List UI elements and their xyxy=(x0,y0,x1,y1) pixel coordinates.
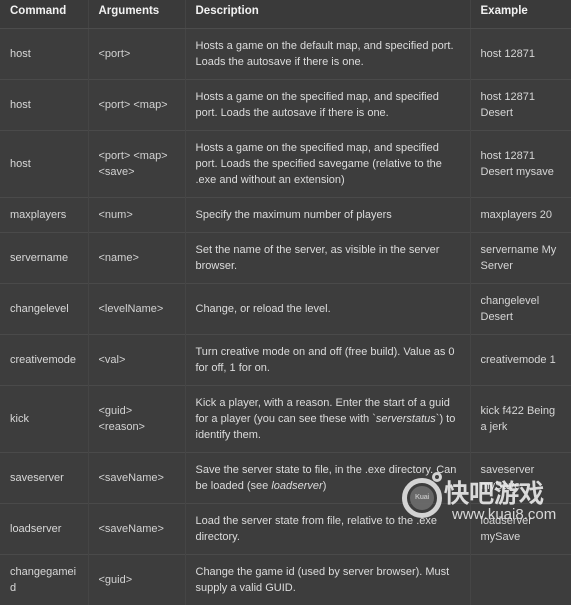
cell-example: saveserver mySave xyxy=(470,453,571,504)
cell-arguments: <guid> <reason> xyxy=(88,386,185,453)
table-row: host<port>Hosts a game on the default ma… xyxy=(0,29,571,80)
cell-command: host xyxy=(0,131,88,198)
cell-command: host xyxy=(0,80,88,131)
table-row: changegameid<guid>Change the game id (us… xyxy=(0,555,571,605)
column-header-description: Description xyxy=(185,0,470,29)
cell-arguments: <val> xyxy=(88,335,185,386)
table-row: host<port> <map> <save>Hosts a game on t… xyxy=(0,131,571,198)
cell-description: Kick a player, with a reason. Enter the … xyxy=(185,386,470,453)
cell-command: changegameid xyxy=(0,555,88,605)
cell-description: Load the server state from file, relativ… xyxy=(185,504,470,555)
cell-arguments: <port> <map> xyxy=(88,80,185,131)
cell-command: servername xyxy=(0,233,88,284)
table-row: kick<guid> <reason>Kick a player, with a… xyxy=(0,386,571,453)
cell-description: Save the server state to file, in the .e… xyxy=(185,453,470,504)
column-header-example: Example xyxy=(470,0,571,29)
cell-command: creativemode xyxy=(0,335,88,386)
cell-description: Hosts a game on the default map, and spe… xyxy=(185,29,470,80)
description-text-tail: ) xyxy=(323,480,327,492)
table-row: loadserver<saveName>Load the server stat… xyxy=(0,504,571,555)
cell-description: Change, or reload the level. xyxy=(185,284,470,335)
cell-example: host 12871 xyxy=(470,29,571,80)
table-row: maxplayers<num>Specify the maximum numbe… xyxy=(0,198,571,233)
table-header-row: Command Arguments Description Example xyxy=(0,0,571,29)
table-row: host<port> <map>Hosts a game on the spec… xyxy=(0,80,571,131)
cell-description: Set the name of the server, as visible i… xyxy=(185,233,470,284)
cell-command: changelevel xyxy=(0,284,88,335)
table-row: servername<name>Set the name of the serv… xyxy=(0,233,571,284)
cell-arguments: <num> xyxy=(88,198,185,233)
table-row: changelevel<levelName>Change, or reload … xyxy=(0,284,571,335)
cell-command: host xyxy=(0,29,88,80)
cell-example: changelevel Desert xyxy=(470,284,571,335)
cell-description: Hosts a game on the specified map, and s… xyxy=(185,80,470,131)
table-row: creativemode<val>Turn creative mode on a… xyxy=(0,335,571,386)
cell-example: host 12871 Desert xyxy=(470,80,571,131)
column-header-command: Command xyxy=(0,0,88,29)
cell-example: maxplayers 20 xyxy=(470,198,571,233)
cell-arguments: <guid> xyxy=(88,555,185,605)
console-command-table: Command Arguments Description Example ho… xyxy=(0,0,571,605)
cell-command: loadserver xyxy=(0,504,88,555)
table-row: saveserver<saveName>Save the server stat… xyxy=(0,453,571,504)
description-emphasis: loadserver xyxy=(271,480,322,492)
cell-arguments: <levelName> xyxy=(88,284,185,335)
cell-command: saveserver xyxy=(0,453,88,504)
cell-arguments: <saveName> xyxy=(88,504,185,555)
table-body: host<port>Hosts a game on the default ma… xyxy=(0,29,571,605)
cell-command: maxplayers xyxy=(0,198,88,233)
cell-arguments: <port> xyxy=(88,29,185,80)
cell-description: Hosts a game on the specified map, and s… xyxy=(185,131,470,198)
cell-arguments: <port> <map> <save> xyxy=(88,131,185,198)
cell-example: kick f422 Being a jerk xyxy=(470,386,571,453)
cell-example: creativemode 1 xyxy=(470,335,571,386)
cell-description: Turn creative mode on and off (free buil… xyxy=(185,335,470,386)
cell-example: host 12871 Desert mysave xyxy=(470,131,571,198)
cell-example xyxy=(470,555,571,605)
description-emphasis: serverstatus xyxy=(376,413,436,425)
cell-description: Change the game id (used by server brows… xyxy=(185,555,470,605)
cell-arguments: <saveName> xyxy=(88,453,185,504)
cell-example: servername My Server xyxy=(470,233,571,284)
cell-arguments: <name> xyxy=(88,233,185,284)
cell-example: loadserver mySave xyxy=(470,504,571,555)
cell-description: Specify the maximum number of players xyxy=(185,198,470,233)
cell-command: kick xyxy=(0,386,88,453)
column-header-arguments: Arguments xyxy=(88,0,185,29)
table-header: Command Arguments Description Example xyxy=(0,0,571,29)
